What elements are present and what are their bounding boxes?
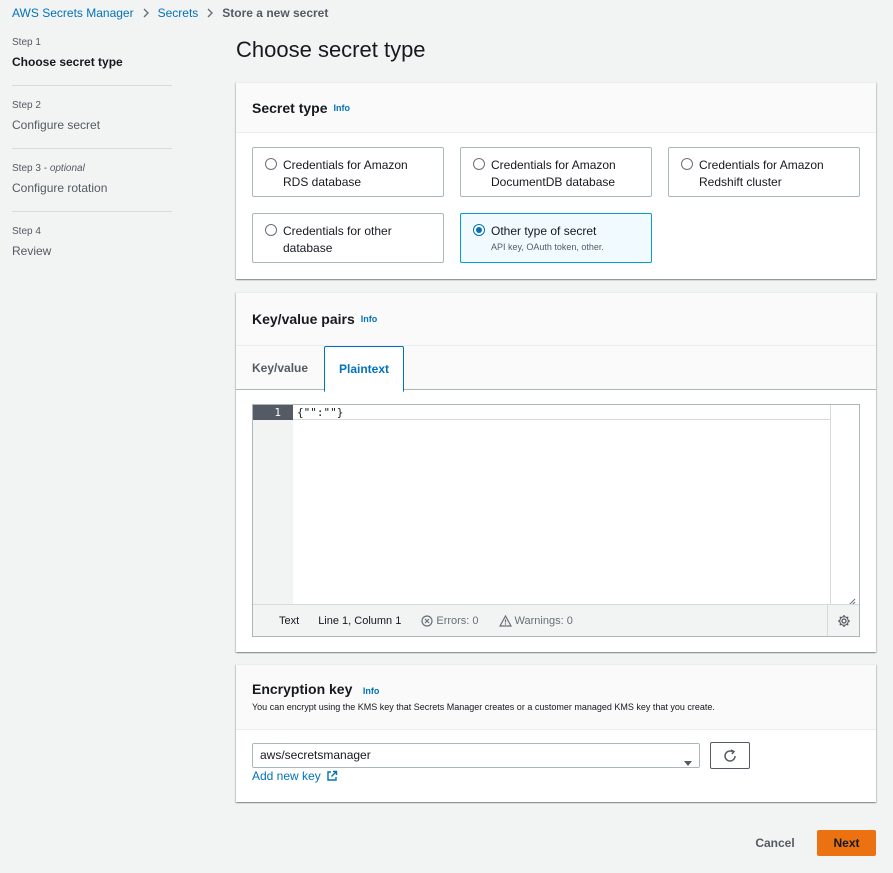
cancel-button[interactable]: Cancel [747, 830, 803, 856]
step-number-text: Step 3 [12, 163, 41, 174]
external-link-icon [327, 770, 337, 781]
option-other-secret[interactable]: Other type of secret API key, OAuth toke… [460, 213, 652, 263]
radio-button-selected[interactable] [473, 224, 485, 236]
editor-status-bar: Text Line 1, Column 1 Errors: 0 Warnings… [253, 604, 859, 636]
editor-gutter: 1 [253, 405, 293, 605]
errors-indicator[interactable]: Errors: 0 [421, 614, 479, 627]
info-link[interactable]: Info [361, 314, 378, 324]
option-label: Credentials for Amazon RDS database [283, 158, 408, 189]
selected-key: aws/secretsmanager [260, 748, 371, 762]
error-circle-icon [421, 614, 433, 627]
secret-type-panel: Secret type Info Credentials for Amazon … [236, 82, 876, 279]
step-4[interactable]: Step 4 Review [12, 212, 172, 274]
panel-header: Encryption key Info You can encrypt usin… [236, 665, 876, 730]
page-title: Choose secret type [236, 37, 426, 62]
breadcrumb-current: Store a new secret [222, 6, 329, 20]
step-title: Configure secret [12, 118, 101, 132]
info-link[interactable]: Info [333, 103, 350, 113]
step-3[interactable]: Step 3 - optional Configure rotation [12, 149, 172, 212]
cursor-position: Line 1, Column 1 [318, 614, 402, 627]
panel-title: Secret type [252, 99, 328, 116]
option-label: Other type of secret [491, 224, 597, 238]
breadcrumb-secrets-link[interactable]: Secrets [158, 6, 199, 20]
step-1: Step 1 Choose secret type [12, 32, 172, 86]
option-label: Credentials for Amazon DocumentDB databa… [491, 158, 616, 189]
warnings-indicator[interactable]: Warnings: 0 [498, 614, 573, 627]
line-number: 1 [253, 405, 293, 420]
panel-header: Secret type Info [236, 83, 876, 133]
tab-list: Key/value Plaintext [236, 345, 876, 392]
tab-key-value[interactable]: Key/value [252, 346, 308, 390]
warnings-count: Warnings: 0 [514, 614, 573, 627]
refresh-button[interactable] [710, 742, 750, 769]
breadcrumb-secrets-manager-link[interactable]: AWS Secrets Manager [12, 6, 134, 20]
breadcrumb: AWS Secrets Manager Secrets Store a new … [12, 5, 328, 21]
step-title: Choose secret type [12, 55, 123, 69]
add-new-key-label: Add new key [252, 769, 321, 783]
wizard-steps: Step 1 Choose secret type Step 2 Configu… [12, 32, 172, 274]
panel-description: You can encrypt using the KMS key that S… [252, 702, 715, 712]
warning-triangle-icon [498, 614, 512, 627]
caret-down-icon [683, 752, 693, 775]
option-other-database-credentials[interactable]: Credentials for other database [252, 213, 444, 263]
step-title: Review [12, 244, 52, 258]
errors-count: Errors: 0 [436, 614, 479, 627]
radio-button[interactable] [473, 158, 485, 170]
tab-plaintext[interactable]: Plaintext [324, 346, 404, 392]
step-number: Step 1 [12, 37, 41, 48]
radio-button[interactable] [265, 224, 277, 236]
option-label: Credentials for Amazon Redshift cluster [699, 158, 824, 189]
step-number: Step 4 [12, 226, 41, 237]
radio-button[interactable] [265, 158, 277, 170]
option-label: Credentials for other database [283, 224, 392, 255]
editor-text[interactable]: {"":""} [293, 405, 831, 420]
panel-title: Key/value pairs [252, 311, 355, 327]
chevron-right-icon [206, 8, 214, 18]
step-number: Step 2 [12, 100, 41, 111]
key-value-panel: Key/value pairs Info Key/value Plaintext… [236, 292, 876, 652]
option-documentdb-credentials[interactable]: Credentials for Amazon DocumentDB databa… [460, 147, 652, 197]
chevron-right-icon [142, 8, 150, 18]
step-title: Configure rotation [12, 181, 108, 195]
resize-handle-icon[interactable] [846, 593, 856, 606]
add-new-key-link[interactable]: Add new key [252, 769, 338, 783]
kms-key-select[interactable]: aws/secretsmanager [252, 743, 700, 768]
option-rds-credentials[interactable]: Credentials for Amazon RDS database [252, 147, 444, 197]
code-editor[interactable]: 1 {"":""} Text Line 1, Column 1 Errors: … [252, 404, 860, 637]
editor-mode: Text [279, 614, 300, 627]
next-button[interactable]: Next [817, 830, 876, 856]
refresh-icon [724, 748, 736, 762]
encryption-key-panel: Encryption key Info You can encrypt usin… [236, 664, 876, 802]
radio-button[interactable] [681, 158, 693, 170]
option-description: API key, OAuth token, other. [491, 242, 604, 252]
step-2[interactable]: Step 2 Configure secret [12, 86, 172, 149]
gear-icon[interactable] [827, 605, 859, 636]
option-redshift-credentials[interactable]: Credentials for Amazon Redshift cluster [668, 147, 860, 197]
step-optional-label: optional [49, 163, 85, 174]
panel-header: Key/value pairs Info [236, 293, 876, 345]
editor-scrollbar [830, 405, 831, 605]
info-link[interactable]: Info [363, 686, 380, 696]
step-number: Step 3 - optional [12, 163, 85, 174]
panel-title: Encryption key [252, 681, 353, 697]
